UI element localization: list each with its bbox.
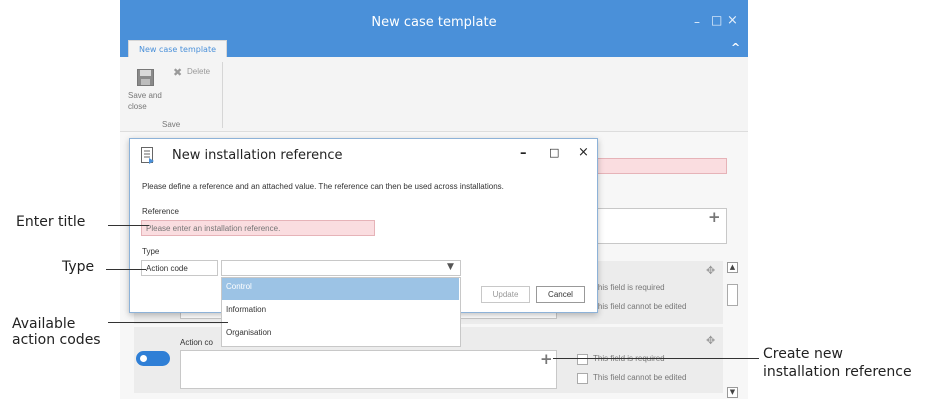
callout-line [108,225,149,226]
delete-icon[interactable]: ✖ [173,66,182,79]
dialog-title: New installation reference [172,148,343,163]
readonly-label: This field cannot be edited [593,302,687,311]
callout-line [108,322,228,323]
dialog-close-button[interactable]: × [578,145,589,160]
dropdown-option-control[interactable]: Control [222,278,459,300]
type-label: Type [142,247,160,256]
dropdown-option-information[interactable]: Information [222,300,459,322]
action-code-toggle[interactable] [136,351,170,366]
toggle-knob [140,355,147,362]
callout-type: Type [62,259,95,275]
action-code-input[interactable] [180,350,557,389]
callout-create-reference: Create new installation reference [763,345,912,381]
cancel-button[interactable]: Cancel [536,286,585,303]
drag-handle-icon[interactable]: ✥ [706,334,715,347]
background-title-field[interactable] [597,158,727,174]
reference-input[interactable] [141,220,375,236]
required-label: This field is required [593,283,665,292]
ribbon [120,57,748,132]
callout-enter-title: Enter title [16,214,86,230]
maximize-button[interactable]: □ [711,13,722,27]
update-button[interactable]: Update [481,286,530,303]
scroll-up-icon[interactable]: ▲ [727,262,738,273]
type-field[interactable]: Action code [141,260,218,276]
ribbon-group-label: Save [162,120,181,129]
reference-label: Reference [142,207,179,216]
action-code-select[interactable] [221,260,461,276]
delete-button[interactable]: Delete [187,67,210,76]
scrollbar[interactable] [726,262,737,396]
save-close-label[interactable]: Save and close [128,90,168,112]
add-icon[interactable]: + [708,208,721,226]
readonly-label: This field cannot be edited [593,373,687,382]
callout-available-line2: action codes [12,332,101,348]
callout-available-line1: Available [12,316,76,332]
callout-create-line1: Create new [763,346,843,362]
dialog-description: Please define a reference and an attache… [142,182,504,191]
dropdown-option-organisation[interactable]: Organisation [222,323,459,345]
dialog-maximize-button[interactable]: □ [549,146,559,159]
chevron-down-icon[interactable]: ▼ [447,262,454,272]
ribbon-separator [222,62,223,128]
callout-available-codes: Available action codes [12,316,101,348]
action-code-label: Action co [180,338,213,347]
close-button[interactable]: × [727,13,738,28]
callout-line [553,358,759,359]
dialog-minimize-button[interactable]: – [520,146,527,161]
save-icon[interactable] [137,69,154,86]
minimize-button[interactable]: – [694,15,700,29]
required-checkbox[interactable] [577,354,588,365]
callout-line [106,269,146,270]
collapse-ribbon-icon[interactable]: ^ [731,41,740,54]
document-icon [141,147,155,164]
save-close-text: Save and close [128,91,162,111]
tab-new-case-template[interactable]: New case template [128,40,227,57]
add-reference-icon[interactable]: + [540,350,553,368]
drag-handle-icon[interactable]: ✥ [706,264,715,277]
callout-create-line2: installation reference [763,364,912,380]
scroll-down-icon[interactable]: ▼ [727,387,738,398]
window-title: New case template [371,15,497,30]
scroll-thumb[interactable] [727,284,738,306]
readonly-checkbox[interactable] [577,373,588,384]
